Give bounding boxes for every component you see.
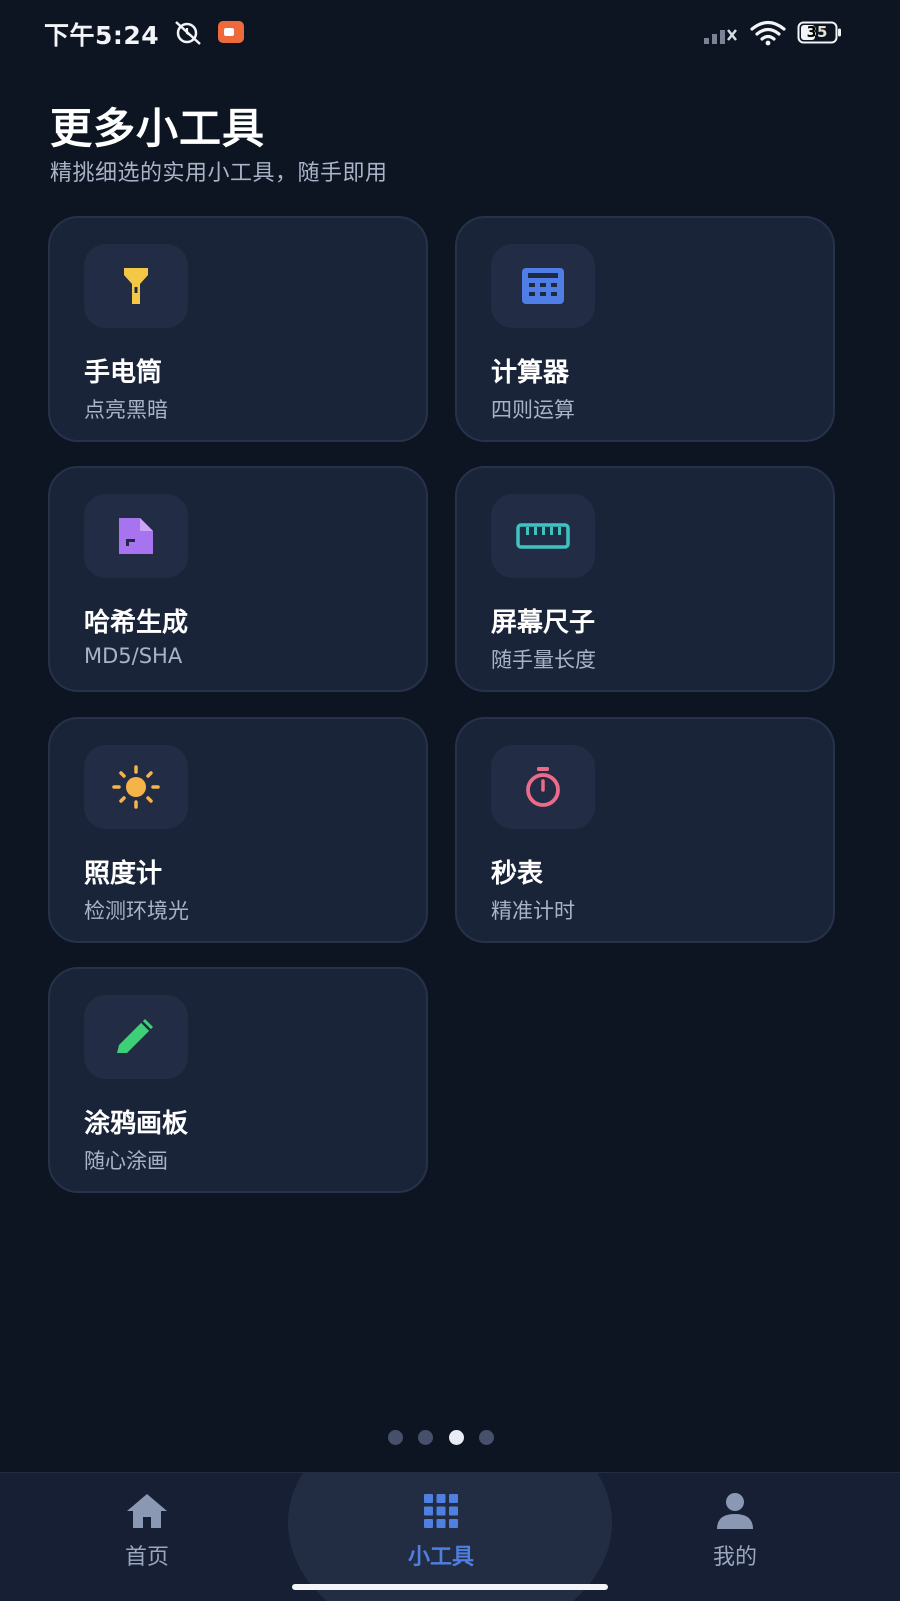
page-indicator [0,1430,900,1446]
ruler-icon [516,523,570,549]
tool-subtitle: 随手量长度 [491,648,596,672]
flashlight-icon [124,268,148,304]
page-dot[interactable] [479,1430,494,1445]
page-title: 更多小工具 [50,104,266,153]
tool-card-flashlight[interactable]: 手电筒 点亮黑暗 [48,216,428,442]
page-dot[interactable] [418,1430,433,1445]
tool-subtitle: 随心涂画 [84,1149,168,1173]
icon-tile [491,494,595,578]
tool-card-calculator[interactable]: 计算器 四则运算 [455,216,835,442]
screen-record-icon [218,21,244,43]
nav-label: 小工具 [407,1545,474,1570]
page-dot-active[interactable] [449,1430,464,1445]
grid-icon [424,1494,458,1528]
signal-icon [704,29,737,44]
tool-subtitle: MD5/SHA [84,644,183,668]
nav-item-profile[interactable]: 我的 [635,1473,835,1601]
person-icon [717,1493,753,1529]
tool-card-ruler[interactable]: 屏幕尺子 随手量长度 [455,466,835,692]
alarm-off-icon [175,21,201,45]
tool-title: 秒表 [491,859,544,889]
status-time: 下午5:24 [44,21,160,50]
battery-icon: 35 [797,21,843,44]
battery-level: 35 [806,23,828,41]
tool-card-light-meter[interactable]: 照度计 检测环境光 [48,717,428,943]
tool-title: 涂鸦画板 [84,1109,189,1139]
pencil-icon [117,1019,153,1053]
nav-label: 首页 [124,1545,169,1570]
tool-title: 手电筒 [84,358,163,388]
tool-subtitle: 四则运算 [491,398,575,422]
tool-subtitle: 点亮黑暗 [84,398,168,422]
nav-label: 我的 [712,1545,757,1570]
icon-tile [84,244,188,328]
nav-item-tools[interactable]: 小工具 [341,1473,541,1601]
icon-tile [491,244,595,328]
wifi-icon [750,20,786,46]
tool-title: 屏幕尺子 [491,608,596,638]
tool-card-hash[interactable]: 哈希生成 MD5/SHA [48,466,428,692]
file-hash-icon [119,518,153,554]
nav-item-home[interactable]: 首页 [47,1473,247,1601]
tool-title: 计算器 [491,358,570,388]
calculator-icon [522,268,564,304]
tool-card-stopwatch[interactable]: 秒表 精准计时 [455,717,835,943]
tool-card-doodle[interactable]: 涂鸦画板 随心涂画 [48,967,428,1193]
tool-subtitle: 精准计时 [491,899,575,923]
page-subtitle: 精挑细选的实用小工具，随手即用 [50,161,388,186]
icon-tile [84,745,188,829]
status-bar: 下午5:24 35 [0,0,900,66]
tool-title: 哈希生成 [84,608,189,638]
icon-tile [84,494,188,578]
stopwatch-icon [526,767,560,807]
tool-subtitle: 检测环境光 [84,899,189,923]
sun-icon [112,765,160,809]
page-dot[interactable] [388,1430,403,1445]
home-icon [127,1494,167,1528]
tool-title: 照度计 [84,859,163,889]
home-indicator[interactable] [292,1584,608,1590]
icon-tile [84,995,188,1079]
bottom-nav: 首页 小工具 我的 [0,1472,900,1601]
icon-tile [491,745,595,829]
